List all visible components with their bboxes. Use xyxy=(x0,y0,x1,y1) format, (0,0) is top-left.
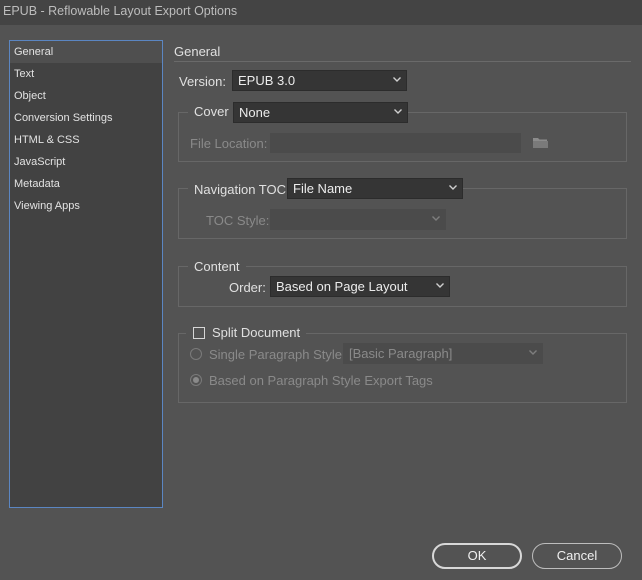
paragraph-style-dropdown[interactable]: [Basic Paragraph] xyxy=(343,343,543,364)
chevron-down-icon xyxy=(394,109,402,114)
export-tags-radio[interactable] xyxy=(190,374,202,386)
cover-value: None xyxy=(239,105,271,120)
sidebar-item-conversion-settings[interactable]: Conversion Settings xyxy=(10,107,162,129)
chevron-down-icon xyxy=(436,283,444,288)
ok-button[interactable]: OK xyxy=(432,543,522,569)
window-title: EPUB - Reflowable Layout Export Options xyxy=(0,0,642,25)
sidebar-item-viewing-apps[interactable]: Viewing Apps xyxy=(10,195,162,217)
navigation-toc-label: Navigation TOC xyxy=(188,182,293,197)
navigation-toc-value: File Name xyxy=(293,181,353,196)
sidebar-item-text[interactable]: Text xyxy=(10,63,162,85)
sidebar-item-metadata[interactable]: Metadata xyxy=(10,173,162,195)
cancel-button[interactable]: Cancel xyxy=(532,543,622,569)
version-dropdown[interactable]: EPUB 3.0 xyxy=(232,70,407,91)
cover-dropdown[interactable]: None xyxy=(233,102,408,123)
cover-label: Cover xyxy=(188,104,235,119)
file-location-label: File Location: xyxy=(190,136,268,151)
sidebar-item-html-css[interactable]: HTML & CSS xyxy=(10,129,162,151)
version-value: EPUB 3.0 xyxy=(238,73,296,88)
split-document-checkbox[interactable] xyxy=(193,327,205,339)
export-tags-label: Based on Paragraph Style Export Tags xyxy=(209,373,433,388)
single-paragraph-style-label: Single Paragraph Style xyxy=(209,347,342,362)
chevron-down-icon xyxy=(529,350,537,355)
folder-icon[interactable] xyxy=(532,136,549,149)
sidebar-item-javascript[interactable]: JavaScript xyxy=(10,151,162,173)
toc-style-label: TOC Style: xyxy=(206,213,270,228)
section-divider xyxy=(174,61,631,62)
chevron-down-icon xyxy=(432,216,440,221)
content-label: Content xyxy=(188,259,246,274)
sidebar-item-general[interactable]: General xyxy=(10,41,162,63)
order-dropdown[interactable]: Based on Page Layout xyxy=(270,276,450,297)
split-document-label: Split Document xyxy=(212,325,301,340)
order-value: Based on Page Layout xyxy=(276,279,408,294)
chevron-down-icon xyxy=(393,77,401,82)
paragraph-style-value: [Basic Paragraph] xyxy=(349,346,453,361)
section-title: General xyxy=(174,44,221,59)
file-location-field[interactable] xyxy=(270,133,521,153)
single-paragraph-style-radio[interactable] xyxy=(190,348,202,360)
sidebar-item-object[interactable]: Object xyxy=(10,85,162,107)
navigation-toc-dropdown[interactable]: File Name xyxy=(287,178,463,199)
order-label: Order: xyxy=(229,280,266,295)
toc-style-dropdown[interactable] xyxy=(270,209,446,230)
sidebar: General Text Object Conversion Settings … xyxy=(9,40,163,508)
chevron-down-icon xyxy=(449,185,457,190)
version-label: Version: xyxy=(179,74,226,89)
